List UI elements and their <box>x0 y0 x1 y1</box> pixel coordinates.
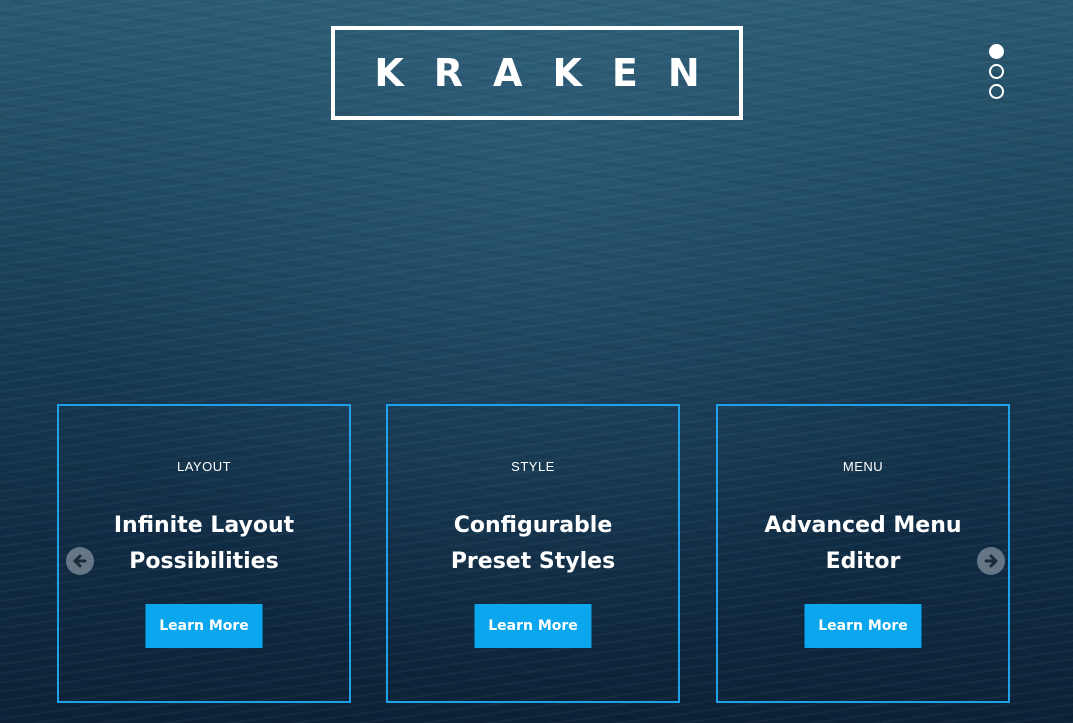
feature-card-menu: MENU Advanced Menu Editor Learn More <box>716 404 1010 703</box>
feature-card-style: STYLE Configurable Preset Styles Learn M… <box>386 404 680 703</box>
slider-pagination <box>989 44 1005 104</box>
arrow-left-icon <box>73 554 87 568</box>
card-category: MENU <box>842 459 884 474</box>
slider-dot-3[interactable] <box>989 84 1004 99</box>
logo-text: KRAKEN <box>374 51 730 95</box>
card-category: LAYOUT <box>176 459 232 474</box>
card-title: Advanced Menu Editor <box>748 508 978 580</box>
hero-section: KRAKEN LAYOUT Infinite Layout Possibilit… <box>0 0 1073 723</box>
card-title: Configurable Preset Styles <box>418 508 648 580</box>
arrow-right-icon <box>984 554 998 568</box>
learn-more-button[interactable]: Learn More <box>474 604 592 648</box>
learn-more-button[interactable]: Learn More <box>145 604 263 648</box>
card-title-line: Preset Styles <box>450 549 616 574</box>
card-title-line: Possibilities <box>129 549 279 574</box>
card-title: Infinite Layout Possibilities <box>89 508 319 580</box>
card-title-line: Advanced Menu <box>764 513 962 538</box>
logo[interactable]: KRAKEN <box>331 26 743 120</box>
card-title-line: Editor <box>825 549 901 574</box>
slider-dot-1[interactable] <box>989 44 1004 59</box>
card-title-line: Infinite Layout <box>113 513 295 538</box>
carousel-next-button[interactable] <box>977 547 1005 575</box>
learn-more-button[interactable]: Learn More <box>804 604 922 648</box>
feature-card-layout: LAYOUT Infinite Layout Possibilities Lea… <box>57 404 351 703</box>
slider-dot-2[interactable] <box>989 64 1004 79</box>
carousel-prev-button[interactable] <box>66 547 94 575</box>
card-title-line: Configurable <box>453 513 613 538</box>
card-category: STYLE <box>511 459 555 474</box>
